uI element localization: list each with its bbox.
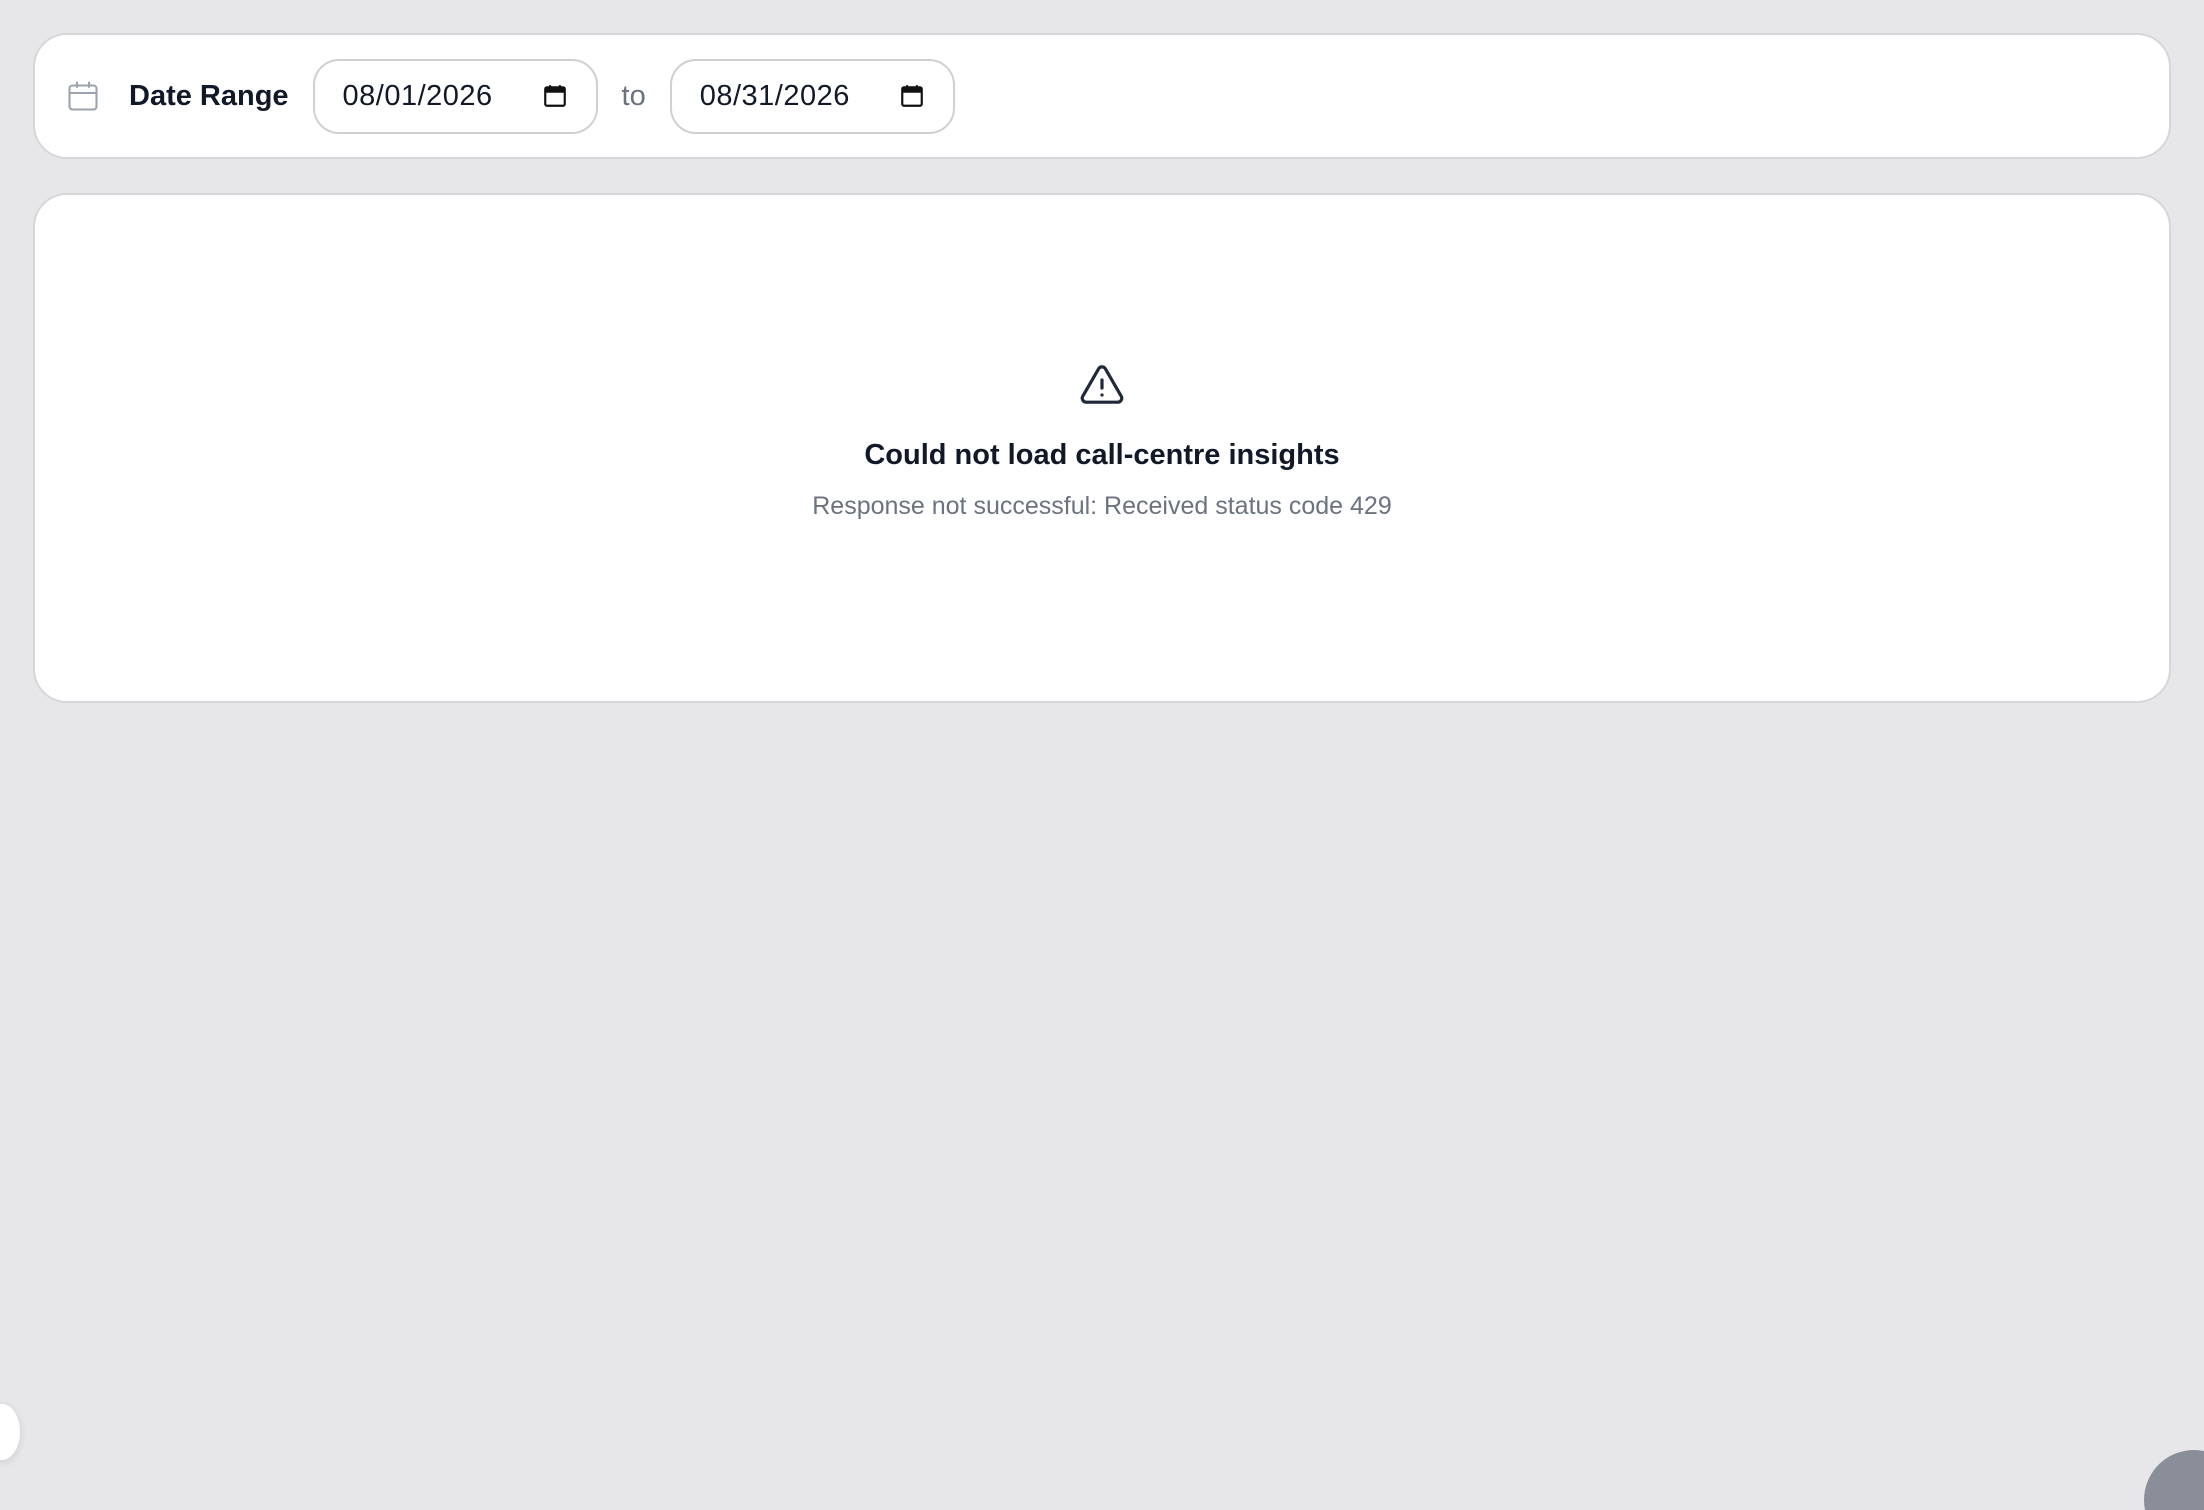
end-date-value: 08/31/2026 <box>699 79 850 112</box>
calendar-icon <box>61 74 105 118</box>
warning-triangle-icon <box>1078 361 1126 409</box>
calendar-picker-icon[interactable] <box>540 81 570 111</box>
app-root: Date Range 08/01/2026 to 08/31/2026 Coul… <box>0 0 2204 1510</box>
side-drawer-handle[interactable] <box>0 1404 20 1460</box>
date-range-filter-bar: Date Range 08/01/2026 to 08/31/2026 <box>33 33 2171 159</box>
start-date-input[interactable]: 08/01/2026 <box>312 58 598 134</box>
calendar-picker-icon[interactable] <box>897 81 927 111</box>
error-state-panel: Could not load call-centre insights Resp… <box>33 193 2171 703</box>
date-range-separator: to <box>621 79 646 112</box>
end-date-input[interactable]: 08/31/2026 <box>669 58 955 134</box>
error-title: Could not load call-centre insights <box>864 439 1340 471</box>
start-date-value: 08/01/2026 <box>342 79 493 112</box>
error-message: Response not successful: Received status… <box>812 492 1392 520</box>
date-range-label: Date Range <box>129 79 289 112</box>
corner-decoration <box>2144 1450 2204 1510</box>
